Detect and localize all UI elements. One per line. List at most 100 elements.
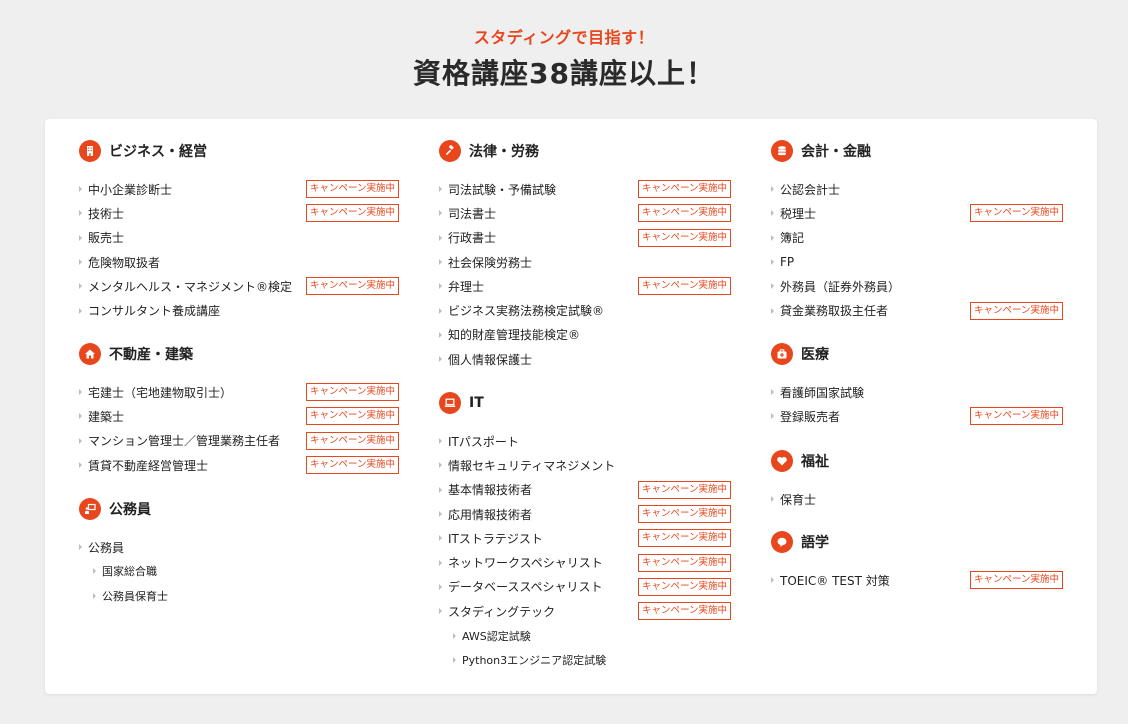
category-title: 福祉 xyxy=(801,454,829,470)
course-link[interactable]: ITパスポート xyxy=(439,429,731,453)
chevron-right-icon xyxy=(79,234,82,241)
course-link[interactable]: Python3エンジニア認定試験 xyxy=(439,648,731,672)
course-link-content: FP xyxy=(771,255,794,269)
campaign-badge: キャンペーン実施中 xyxy=(969,301,1063,320)
chevron-right-icon xyxy=(439,535,442,542)
category-title: 公務員 xyxy=(109,502,151,518)
course-label: 中小企業診断士 xyxy=(88,182,173,197)
campaign-badge: キャンペーン実施中 xyxy=(637,529,731,548)
campaign-badge: キャンペーン実施中 xyxy=(637,180,731,199)
course-link[interactable]: 貸金業務取扱主任者 キャンペーン実施中 xyxy=(771,298,1063,322)
campaign-badge: キャンペーン実施中 xyxy=(969,204,1063,223)
category-header: IT xyxy=(439,391,731,415)
course-link[interactable]: 登録販売者 キャンペーン実施中 xyxy=(771,404,1063,428)
chevron-right-icon xyxy=(771,389,774,396)
course-link[interactable]: コンサルタント養成講座 xyxy=(79,298,399,322)
category-header: 福祉 xyxy=(771,449,1063,473)
course-list: 保育士 xyxy=(771,487,1063,511)
course-link-content: ビジネス実務法務検定試験® xyxy=(439,302,604,319)
course-link[interactable]: 公認会計士 xyxy=(771,177,1063,201)
chevron-right-icon xyxy=(439,559,442,566)
course-link[interactable]: 弁理士 キャンペーン実施中 xyxy=(439,274,731,298)
course-link[interactable]: 社会保険労務士 xyxy=(439,250,731,274)
course-link[interactable]: メンタルヘルス・マネジメント®検定 キャンペーン実施中 xyxy=(79,274,399,298)
course-link[interactable]: 基本情報技術者 キャンペーン実施中 xyxy=(439,478,731,502)
course-link[interactable]: 簿記 xyxy=(771,226,1063,250)
heart-icon xyxy=(771,450,793,472)
course-link[interactable]: 国家総合職 xyxy=(79,559,399,583)
category-title: 語学 xyxy=(801,535,829,551)
course-link[interactable]: 賃貸不動産経営管理士 キャンペーン実施中 xyxy=(79,453,399,477)
course-link[interactable]: AWS認定試験 xyxy=(439,623,731,647)
course-link[interactable]: FP xyxy=(771,250,1063,274)
course-list: TOEIC® TEST 対策 キャンペーン実施中 xyxy=(771,568,1063,592)
category-1-1: IT ITパスポート 情報セキュリティマネジメント 基本情報技術者 キャンペーン実施中応… xyxy=(439,391,731,672)
presenter-icon xyxy=(79,498,101,520)
course-link[interactable]: 看護師国家試験 xyxy=(771,380,1063,404)
course-link[interactable]: 知的財産管理技能検定® xyxy=(439,323,731,347)
course-link-content: 国家総合職 xyxy=(93,563,157,579)
course-list: 公務員国家総合職公務員保育士 xyxy=(79,535,399,608)
course-link[interactable]: 公務員保育士 xyxy=(79,584,399,608)
course-link[interactable]: データベーススペシャリスト キャンペーン実施中 xyxy=(439,575,731,599)
course-link[interactable]: ビジネス実務法務検定試験® xyxy=(439,298,731,322)
course-link[interactable]: スタディングテック キャンペーン実施中 xyxy=(439,599,731,623)
course-link-content: AWS認定試験 xyxy=(453,628,531,644)
course-label: 司法書士 xyxy=(448,206,497,221)
campaign-badge: キャンペーン実施中 xyxy=(637,277,731,296)
course-link[interactable]: ネットワークスペシャリスト キャンペーン実施中 xyxy=(439,550,731,574)
course-link[interactable]: 販売士 xyxy=(79,226,399,250)
course-link-content: 税理士 xyxy=(771,205,816,222)
category-title: ビジネス・経営 xyxy=(109,144,207,160)
course-link-content: メンタルヘルス・マネジメント®検定 xyxy=(79,278,292,295)
course-link-content: 簿記 xyxy=(771,229,804,246)
course-label: ネットワークスペシャリスト xyxy=(448,556,603,571)
course-list: 看護師国家試験 登録販売者 キャンペーン実施中 xyxy=(771,380,1063,429)
course-link[interactable]: 保育士 xyxy=(771,487,1063,511)
course-link[interactable]: 個人情報保護士 xyxy=(439,347,731,371)
chevron-right-icon xyxy=(771,577,774,584)
course-link[interactable]: 技術士 キャンペーン実施中 xyxy=(79,201,399,225)
course-label: メンタルヘルス・マネジメント®検定 xyxy=(88,279,293,294)
campaign-badge: キャンペーン実施中 xyxy=(305,204,399,223)
gavel-icon xyxy=(439,140,461,162)
chevron-right-icon xyxy=(439,186,442,193)
chevron-right-icon xyxy=(439,486,442,493)
course-link[interactable]: 税理士 キャンペーン実施中 xyxy=(771,201,1063,225)
course-link[interactable]: 中小企業診断士 キャンペーン実施中 xyxy=(79,177,399,201)
course-link[interactable]: 宅建士（宅地建物取引士） キャンペーン実施中 xyxy=(79,380,399,404)
course-label: 危険物取扱者 xyxy=(88,255,161,270)
course-list: 中小企業診断士 キャンペーン実施中 技術士 キャンペーン実施中 販売士 危険物取扱者 メンタ… xyxy=(79,177,399,323)
page-subtitle: スタディングで目指す！ xyxy=(473,28,655,47)
chevron-right-icon xyxy=(79,307,82,314)
chevron-right-icon xyxy=(439,608,442,615)
campaign-badge: キャンペーン実施中 xyxy=(969,571,1063,590)
course-link[interactable]: 情報セキュリティマネジメント xyxy=(439,453,731,477)
chevron-right-icon xyxy=(79,259,82,266)
course-link[interactable]: 応用情報技術者 キャンペーン実施中 xyxy=(439,502,731,526)
course-link[interactable]: ITストラテジスト キャンペーン実施中 xyxy=(439,526,731,550)
course-label: 応用情報技術者 xyxy=(448,507,533,522)
course-link[interactable]: 司法試験・予備試験 キャンペーン実施中 xyxy=(439,177,731,201)
course-link[interactable]: 司法書士 キャンペーン実施中 xyxy=(439,201,731,225)
chevron-right-icon xyxy=(79,186,82,193)
category-header: 法律・労務 xyxy=(439,139,731,163)
course-link-content: 知的財産管理技能検定® xyxy=(439,326,580,343)
category-header: ビジネス・経営 xyxy=(79,139,399,163)
course-link[interactable]: TOEIC® TEST 対策 キャンペーン実施中 xyxy=(771,568,1063,592)
course-label: 販売士 xyxy=(88,231,125,246)
course-link[interactable]: 外務員（証券外務員） xyxy=(771,274,1063,298)
chevron-right-icon xyxy=(453,656,456,663)
course-label: 宅建士（宅地建物取引士） xyxy=(88,385,233,400)
course-link[interactable]: 危険物取扱者 xyxy=(79,250,399,274)
category-0-0: ビジネス・経営 中小企業診断士 キャンペーン実施中 技術士 キャンペーン実施中 販売士 危険… xyxy=(79,139,399,323)
category-1-0: 法律・労務 司法試験・予備試験 キャンペーン実施中 司法書士 キャンペーン実施中 行政書士… xyxy=(439,139,731,371)
course-link[interactable]: マンション管理士／管理業務主任者 キャンペーン実施中 xyxy=(79,429,399,453)
course-label: 公認会計士 xyxy=(780,182,841,197)
course-link[interactable]: 建築士 キャンペーン実施中 xyxy=(79,404,399,428)
chevron-right-icon xyxy=(439,234,442,241)
course-link[interactable]: 公務員 xyxy=(79,535,399,559)
course-link-content: 建築士 xyxy=(79,408,124,425)
course-link[interactable]: 行政書士 キャンペーン実施中 xyxy=(439,226,731,250)
course-label: 国家総合職 xyxy=(102,565,157,579)
